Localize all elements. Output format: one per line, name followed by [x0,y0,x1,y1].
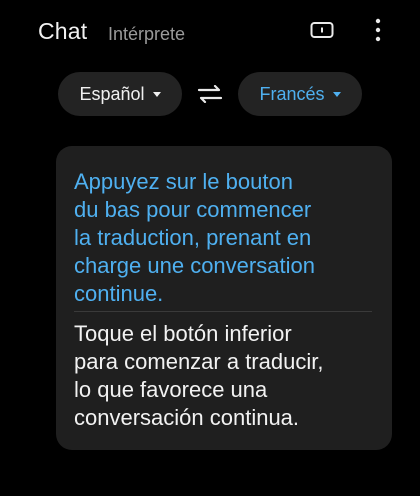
tab-chat[interactable]: Chat [38,18,87,45]
more-vertical-icon [375,18,381,42]
subtitles-button[interactable] [306,14,338,46]
source-language-label: Español [79,83,145,104]
header: Chat Intérprete [0,0,420,64]
conversation-card: Appuyez sur le bouton du bas pour commen… [56,146,392,450]
source-language-selector[interactable]: Español [58,72,182,116]
divider [74,311,372,312]
source-text: Toque el botón inferior para comenzar a … [74,321,324,430]
swap-arrows-icon [197,85,223,103]
target-language-label: Francés [259,83,325,104]
more-options-button[interactable] [362,14,394,46]
dropdown-caret-icon [332,91,341,97]
dropdown-caret-icon [152,91,161,97]
target-language-selector[interactable]: Francés [238,72,362,116]
subtitles-icon [310,22,334,38]
translated-text: Appuyez sur le bouton du bas pour commen… [74,169,315,306]
swap-languages-button[interactable] [194,80,226,108]
interpreter-screen: Chat Intérprete Español Francés Appuyez … [0,0,420,496]
tab-interpreter[interactable]: Intérprete [108,24,185,45]
